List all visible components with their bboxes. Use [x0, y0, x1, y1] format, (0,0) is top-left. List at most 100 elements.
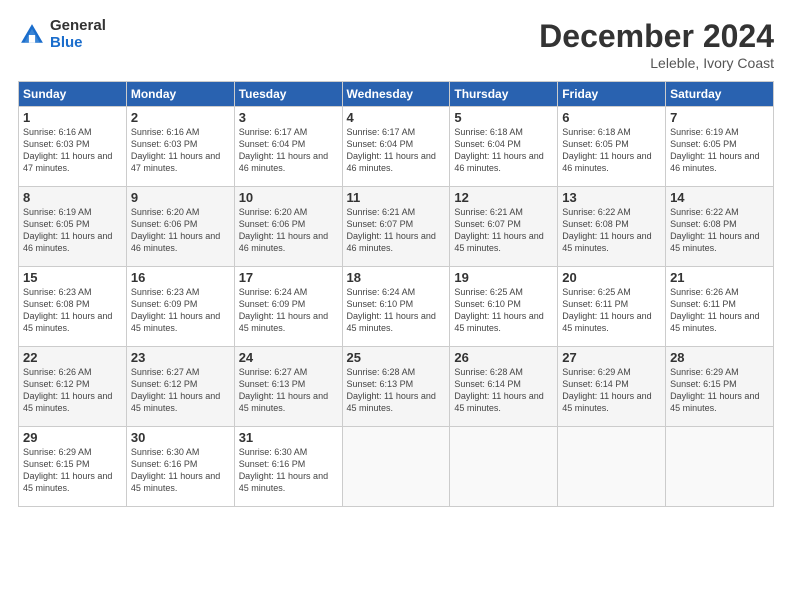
day-number: 24 — [239, 350, 338, 365]
day-info: Sunrise: 6:29 AMSunset: 6:15 PMDaylight:… — [23, 447, 112, 493]
main-title: December 2024 — [539, 18, 774, 55]
day-number: 5 — [454, 110, 553, 125]
day-info: Sunrise: 6:17 AMSunset: 6:04 PMDaylight:… — [239, 127, 328, 173]
calendar-cell: 10Sunrise: 6:20 AMSunset: 6:06 PMDayligh… — [234, 187, 342, 267]
day-number: 16 — [131, 270, 230, 285]
day-info: Sunrise: 6:19 AMSunset: 6:05 PMDaylight:… — [23, 207, 112, 253]
day-number: 20 — [562, 270, 661, 285]
col-sunday: Sunday — [19, 82, 127, 107]
day-number: 14 — [670, 190, 769, 205]
day-number: 18 — [347, 270, 446, 285]
calendar-cell — [342, 427, 450, 507]
day-info: Sunrise: 6:23 AMSunset: 6:09 PMDaylight:… — [131, 287, 220, 333]
logo-blue-text: Blue — [50, 35, 106, 52]
day-number: 26 — [454, 350, 553, 365]
calendar-cell: 18 Sunrise: 6:24 AMSunset: 6:10 PMDayligh… — [342, 267, 450, 347]
calendar-cell: 2 Sunrise: 6:16 AMSunset: 6:03 PMDaylight… — [126, 107, 234, 187]
calendar-cell: 28 Sunrise: 6:29 AMSunset: 6:15 PMDayligh… — [666, 347, 774, 427]
calendar-cell: 17Sunrise: 6:24 AMSunset: 6:09 PMDayligh… — [234, 267, 342, 347]
calendar-cell: 23Sunrise: 6:27 AMSunset: 6:12 PMDayligh… — [126, 347, 234, 427]
calendar-cell: 30 Sunrise: 6:30 AMSunset: 6:16 PMDayligh… — [126, 427, 234, 507]
day-number: 28 — [670, 350, 769, 365]
day-info: Sunrise: 6:25 AMSunset: 6:11 PMDaylight:… — [562, 287, 651, 333]
calendar-cell: 13 Sunrise: 6:22 AMSunset: 6:08 PMDayligh… — [558, 187, 666, 267]
logo-icon — [18, 21, 46, 49]
day-info: Sunrise: 6:17 AMSunset: 6:04 PMDaylight:… — [347, 127, 436, 173]
day-info: Sunrise: 6:30 AMSunset: 6:16 PMDaylight:… — [239, 447, 328, 493]
calendar-cell: 31 Sunrise: 6:30 AMSunset: 6:16 PMDayligh… — [234, 427, 342, 507]
calendar-cell: 20 Sunrise: 6:25 AMSunset: 6:11 PMDayligh… — [558, 267, 666, 347]
calendar-cell: 3 Sunrise: 6:17 AMSunset: 6:04 PMDaylight… — [234, 107, 342, 187]
day-number: 22 — [23, 350, 122, 365]
calendar-week-3: 15 Sunrise: 6:23 AMSunset: 6:08 PMDayligh… — [19, 267, 774, 347]
day-info: Sunrise: 6:27 AMSunset: 6:13 PMDaylight:… — [239, 367, 328, 413]
col-saturday: Saturday — [666, 82, 774, 107]
day-number: 2 — [131, 110, 230, 125]
calendar-cell: 14Sunrise: 6:22 AMSunset: 6:08 PMDayligh… — [666, 187, 774, 267]
day-number: 23 — [131, 350, 230, 365]
day-number: 15 — [23, 270, 122, 285]
calendar-cell: 5Sunrise: 6:18 AMSunset: 6:04 PMDaylight… — [450, 107, 558, 187]
day-number: 31 — [239, 430, 338, 445]
day-info: Sunrise: 6:29 AMSunset: 6:15 PMDaylight:… — [670, 367, 759, 413]
calendar-cell: 12Sunrise: 6:21 AMSunset: 6:07 PMDayligh… — [450, 187, 558, 267]
day-info: Sunrise: 6:16 AMSunset: 6:03 PMDaylight:… — [131, 127, 220, 173]
day-number: 19 — [454, 270, 553, 285]
day-number: 9 — [131, 190, 230, 205]
logo-general-text: General — [50, 18, 106, 35]
calendar-header: Sunday Monday Tuesday Wednesday Thursday… — [19, 82, 774, 107]
calendar-cell: 15 Sunrise: 6:23 AMSunset: 6:08 PMDayligh… — [19, 267, 127, 347]
day-number: 8 — [23, 190, 122, 205]
day-number: 21 — [670, 270, 769, 285]
day-number: 3 — [239, 110, 338, 125]
col-tuesday: Tuesday — [234, 82, 342, 107]
day-info: Sunrise: 6:23 AMSunset: 6:08 PMDaylight:… — [23, 287, 112, 333]
day-number: 25 — [347, 350, 446, 365]
calendar-week-4: 22Sunrise: 6:26 AMSunset: 6:12 PMDayligh… — [19, 347, 774, 427]
day-number: 29 — [23, 430, 122, 445]
day-info: Sunrise: 6:16 AMSunset: 6:03 PMDaylight:… — [23, 127, 112, 173]
day-number: 7 — [670, 110, 769, 125]
calendar-cell: 26 Sunrise: 6:28 AMSunset: 6:14 PMDayligh… — [450, 347, 558, 427]
calendar-cell: 6Sunrise: 6:18 AMSunset: 6:05 PMDaylight… — [558, 107, 666, 187]
calendar-cell: 1 Sunrise: 6:16 AMSunset: 6:03 PMDaylight… — [19, 107, 127, 187]
day-info: Sunrise: 6:24 AMSunset: 6:10 PMDaylight:… — [347, 287, 436, 333]
col-thursday: Thursday — [450, 82, 558, 107]
day-info: Sunrise: 6:19 AMSunset: 6:05 PMDaylight:… — [670, 127, 759, 173]
day-number: 6 — [562, 110, 661, 125]
calendar-cell — [558, 427, 666, 507]
calendar-table: Sunday Monday Tuesday Wednesday Thursday… — [18, 81, 774, 507]
day-info: Sunrise: 6:26 AMSunset: 6:11 PMDaylight:… — [670, 287, 759, 333]
calendar-cell: 9 Sunrise: 6:20 AMSunset: 6:06 PMDaylight… — [126, 187, 234, 267]
day-number: 17 — [239, 270, 338, 285]
calendar-cell: 22Sunrise: 6:26 AMSunset: 6:12 PMDayligh… — [19, 347, 127, 427]
calendar-week-2: 8 Sunrise: 6:19 AMSunset: 6:05 PMDaylight… — [19, 187, 774, 267]
day-info: Sunrise: 6:21 AMSunset: 6:07 PMDaylight:… — [347, 207, 436, 253]
day-number: 10 — [239, 190, 338, 205]
calendar-body: 1 Sunrise: 6:16 AMSunset: 6:03 PMDaylight… — [19, 107, 774, 507]
logo-text: General Blue — [50, 18, 106, 51]
day-info: Sunrise: 6:30 AMSunset: 6:16 PMDaylight:… — [131, 447, 220, 493]
day-number: 1 — [23, 110, 122, 125]
col-wednesday: Wednesday — [342, 82, 450, 107]
logo: General Blue — [18, 18, 106, 51]
day-number: 13 — [562, 190, 661, 205]
calendar-cell — [666, 427, 774, 507]
day-info: Sunrise: 6:20 AMSunset: 6:06 PMDaylight:… — [131, 207, 220, 253]
page: General Blue December 2024 Leleble, Ivor… — [0, 0, 792, 612]
day-number: 11 — [347, 190, 446, 205]
calendar-cell: 11 Sunrise: 6:21 AMSunset: 6:07 PMDayligh… — [342, 187, 450, 267]
day-info: Sunrise: 6:22 AMSunset: 6:08 PMDaylight:… — [562, 207, 651, 253]
day-number: 30 — [131, 430, 230, 445]
col-friday: Friday — [558, 82, 666, 107]
calendar-cell: 19Sunrise: 6:25 AMSunset: 6:10 PMDayligh… — [450, 267, 558, 347]
day-info: Sunrise: 6:21 AMSunset: 6:07 PMDaylight:… — [454, 207, 543, 253]
weekday-header-row: Sunday Monday Tuesday Wednesday Thursday… — [19, 82, 774, 107]
calendar-cell: 4Sunrise: 6:17 AMSunset: 6:04 PMDaylight… — [342, 107, 450, 187]
day-info: Sunrise: 6:29 AMSunset: 6:14 PMDaylight:… — [562, 367, 651, 413]
calendar-cell — [450, 427, 558, 507]
calendar-cell: 8 Sunrise: 6:19 AMSunset: 6:05 PMDaylight… — [19, 187, 127, 267]
day-info: Sunrise: 6:28 AMSunset: 6:13 PMDaylight:… — [347, 367, 436, 413]
calendar-cell: 29 Sunrise: 6:29 AMSunset: 6:15 PMDayligh… — [19, 427, 127, 507]
day-info: Sunrise: 6:28 AMSunset: 6:14 PMDaylight:… — [454, 367, 543, 413]
